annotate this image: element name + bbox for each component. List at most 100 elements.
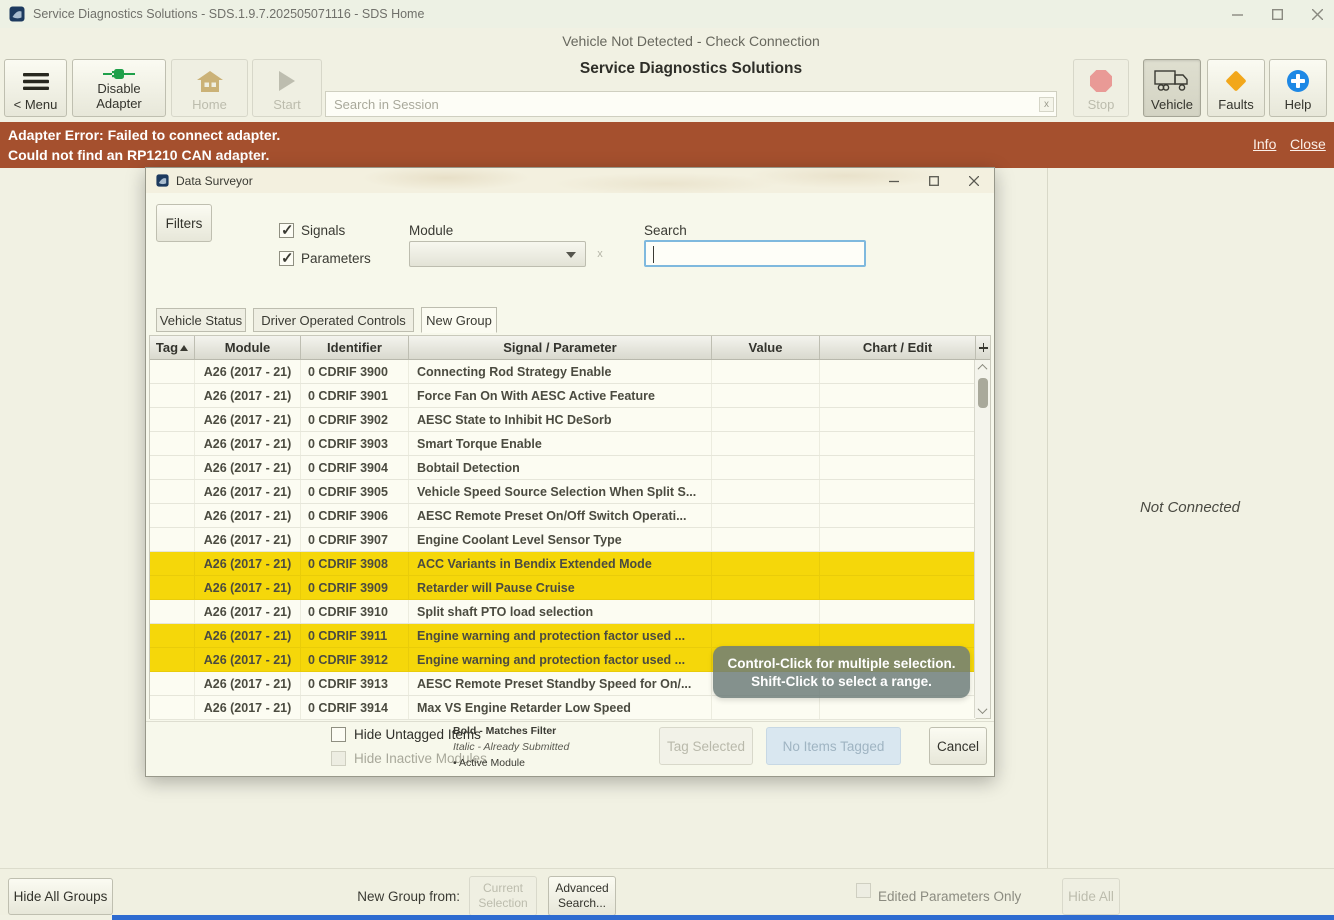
signals-checkbox[interactable]: [279, 223, 294, 238]
chart-edit-cell[interactable]: [820, 504, 976, 527]
maximize-button[interactable]: [1260, 0, 1294, 28]
table-row[interactable]: A26 (2017 - 21) 0 CDRIF 3908 ACC Variant…: [150, 552, 976, 576]
scroll-up-button[interactable]: [975, 360, 990, 375]
chart-edit-cell[interactable]: [820, 408, 976, 431]
table-row[interactable]: A26 (2017 - 21) 0 CDRIF 3907 Engine Cool…: [150, 528, 976, 552]
table-row[interactable]: A26 (2017 - 21) 0 CDRIF 3903 Smart Torqu…: [150, 432, 976, 456]
dialog-maximize-button[interactable]: [918, 168, 950, 193]
add-column-button[interactable]: [976, 336, 990, 359]
tag-cell[interactable]: [150, 480, 195, 503]
vehicle-button[interactable]: Vehicle: [1143, 59, 1201, 117]
menu-button[interactable]: < Menu: [4, 59, 67, 117]
minimize-button[interactable]: [1220, 0, 1254, 28]
tab-vehicle-status[interactable]: Vehicle Status: [156, 308, 246, 332]
search-in-session-input[interactable]: [325, 91, 1057, 117]
hide-all-groups-button[interactable]: Hide All Groups: [8, 878, 113, 915]
dialog-search-input[interactable]: [644, 240, 866, 267]
table-row[interactable]: A26 (2017 - 21) 0 CDRIF 3905 Vehicle Spe…: [150, 480, 976, 504]
chart-edit-cell[interactable]: [820, 360, 976, 383]
chart-edit-cell[interactable]: [820, 696, 976, 719]
value-cell[interactable]: [712, 456, 820, 479]
table-row[interactable]: A26 (2017 - 21) 0 CDRIF 3911 Engine warn…: [150, 624, 976, 648]
column-header-value[interactable]: Value: [712, 336, 820, 359]
hide-inactive-modules-checkbox[interactable]: [331, 751, 346, 766]
table-row[interactable]: A26 (2017 - 21) 0 CDRIF 3900 Connecting …: [150, 360, 976, 384]
table-row[interactable]: A26 (2017 - 21) 0 CDRIF 3914 Max VS Engi…: [150, 696, 976, 720]
scroll-down-button[interactable]: [975, 703, 990, 718]
chart-edit-cell[interactable]: [820, 432, 976, 455]
tab-driver-operated-controls[interactable]: Driver Operated Controls: [253, 308, 414, 332]
table-row[interactable]: A26 (2017 - 21) 0 CDRIF 3901 Force Fan O…: [150, 384, 976, 408]
value-cell[interactable]: [712, 552, 820, 575]
filters-button[interactable]: Filters: [156, 204, 212, 242]
disable-adapter-button[interactable]: Disable Adapter: [72, 59, 166, 117]
module-dropdown[interactable]: [409, 241, 586, 267]
chart-edit-cell[interactable]: [820, 624, 976, 647]
parameters-checkbox[interactable]: [279, 251, 294, 266]
table-row[interactable]: A26 (2017 - 21) 0 CDRIF 3909 Retarder wi…: [150, 576, 976, 600]
dialog-close-button[interactable]: [958, 168, 990, 193]
cancel-button[interactable]: Cancel: [929, 727, 987, 765]
search-session-clear-button[interactable]: x: [1039, 97, 1054, 112]
value-cell[interactable]: [712, 624, 820, 647]
tag-cell[interactable]: [150, 360, 195, 383]
chart-edit-cell[interactable]: [820, 480, 976, 503]
stop-button[interactable]: Stop: [1073, 59, 1129, 117]
scrollbar-thumb[interactable]: [978, 378, 988, 408]
column-header-tag[interactable]: Tag: [150, 336, 195, 359]
hide-untagged-items-checkbox[interactable]: [331, 727, 346, 742]
table-row[interactable]: A26 (2017 - 21) 0 CDRIF 3904 Bobtail Det…: [150, 456, 976, 480]
tag-cell[interactable]: [150, 384, 195, 407]
edited-parameters-only-checkbox[interactable]: [856, 883, 871, 898]
column-header-module[interactable]: Module: [195, 336, 301, 359]
chart-edit-cell[interactable]: [820, 600, 976, 623]
value-cell[interactable]: [712, 504, 820, 527]
chart-edit-cell[interactable]: [820, 552, 976, 575]
value-cell[interactable]: [712, 696, 820, 719]
tag-cell[interactable]: [150, 648, 195, 671]
tag-cell[interactable]: [150, 624, 195, 647]
tag-cell[interactable]: [150, 600, 195, 623]
column-header-chart-edit[interactable]: Chart / Edit: [820, 336, 976, 359]
tag-selected-button[interactable]: Tag Selected: [659, 727, 753, 765]
tag-cell[interactable]: [150, 696, 195, 719]
start-button[interactable]: Start: [252, 59, 322, 117]
faults-button[interactable]: Faults: [1207, 59, 1265, 117]
help-button[interactable]: Help: [1269, 59, 1327, 117]
tag-cell[interactable]: [150, 504, 195, 527]
hide-all-button[interactable]: Hide All: [1062, 878, 1120, 915]
value-cell[interactable]: [712, 600, 820, 623]
value-cell[interactable]: [712, 360, 820, 383]
tag-cell[interactable]: [150, 432, 195, 455]
tab-new-group[interactable]: New Group: [421, 307, 497, 333]
home-button[interactable]: Home: [171, 59, 248, 117]
table-scrollbar[interactable]: [974, 360, 990, 718]
module-clear-button[interactable]: x: [593, 244, 607, 264]
tag-cell[interactable]: [150, 576, 195, 599]
tag-cell[interactable]: [150, 408, 195, 431]
value-cell[interactable]: [712, 528, 820, 551]
current-selection-button[interactable]: Current Selection: [469, 876, 537, 916]
tag-cell[interactable]: [150, 552, 195, 575]
no-items-tagged-button[interactable]: No Items Tagged: [766, 727, 901, 765]
chart-edit-cell[interactable]: [820, 528, 976, 551]
column-header-signal-parameter[interactable]: Signal / Parameter: [409, 336, 712, 359]
error-info-link[interactable]: Info: [1253, 136, 1276, 152]
dialog-minimize-button[interactable]: [878, 168, 910, 193]
tag-cell[interactable]: [150, 456, 195, 479]
chart-edit-cell[interactable]: [820, 384, 976, 407]
close-button[interactable]: [1300, 0, 1334, 28]
chart-edit-cell[interactable]: [820, 576, 976, 599]
value-cell[interactable]: [712, 576, 820, 599]
table-row[interactable]: A26 (2017 - 21) 0 CDRIF 3906 AESC Remote…: [150, 504, 976, 528]
value-cell[interactable]: [712, 408, 820, 431]
value-cell[interactable]: [712, 432, 820, 455]
chart-edit-cell[interactable]: [820, 456, 976, 479]
value-cell[interactable]: [712, 480, 820, 503]
tag-cell[interactable]: [150, 672, 195, 695]
error-close-link[interactable]: Close: [1290, 136, 1326, 152]
table-row[interactable]: A26 (2017 - 21) 0 CDRIF 3910 Split shaft…: [150, 600, 976, 624]
column-header-identifier[interactable]: Identifier: [301, 336, 409, 359]
value-cell[interactable]: [712, 384, 820, 407]
tag-cell[interactable]: [150, 528, 195, 551]
